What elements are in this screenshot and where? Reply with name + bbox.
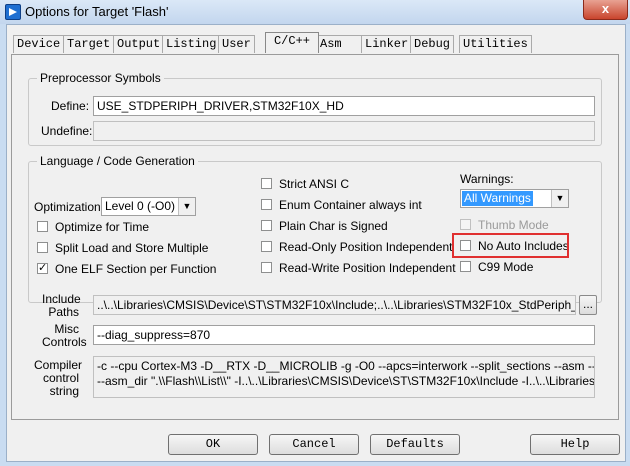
window-title: Options for Target 'Flash' <box>25 4 169 19</box>
tab-device[interactable]: Device <box>13 35 65 53</box>
tab-linker[interactable]: Linker <box>361 35 413 53</box>
include-paths-browse-button[interactable]: ... <box>579 295 597 315</box>
options-dialog: Device Target Output Listing User C/C++ … <box>6 24 626 462</box>
cc-tab-panel: Preprocessor Symbols Define: USE_STDPERI… <box>11 54 619 420</box>
defaults-button[interactable]: Defaults <box>370 434 460 455</box>
preprocessor-title: Preprocessor Symbols <box>37 71 164 85</box>
checkbox-label: Plain Char is Signed <box>279 219 388 233</box>
close-button[interactable]: x <box>583 0 628 20</box>
ok-button[interactable]: OK <box>168 434 258 455</box>
cancel-button[interactable]: Cancel <box>269 434 359 455</box>
red-highlight-annotation <box>452 233 569 258</box>
help-button[interactable]: Help <box>530 434 620 455</box>
checkbox-label: Thumb Mode <box>478 218 549 232</box>
language-title: Language / Code Generation <box>37 154 198 168</box>
checkbox-box <box>37 221 48 232</box>
checkbox-box <box>261 262 272 273</box>
misc-controls-input[interactable]: --diag_suppress=870 <box>93 325 595 345</box>
checkbox-box <box>261 178 272 189</box>
checkbox-label: Split Load and Store Multiple <box>55 241 209 255</box>
tab-target[interactable]: Target <box>63 35 115 53</box>
chevron-down-icon: ▼ <box>551 190 568 207</box>
checkbox-box <box>460 261 471 272</box>
tab-asm[interactable]: Asm <box>316 35 364 53</box>
tab-cc[interactable]: C/C++ <box>265 32 319 53</box>
tab-utilities[interactable]: Utilities <box>459 35 532 53</box>
checkbox-box <box>460 219 471 230</box>
checkbox-label: Read-Write Position Independent <box>279 261 456 275</box>
warnings-label: Warnings: <box>460 172 514 186</box>
keil-app-icon <box>5 4 21 20</box>
tab-debug[interactable]: Debug <box>410 35 455 53</box>
chevron-down-icon: ▼ <box>178 198 195 215</box>
checkbox-label: Read-Only Position Independent <box>279 240 453 254</box>
optimization-label: Optimization: <box>34 200 105 214</box>
undefine-input[interactable] <box>93 121 595 141</box>
checkbox-label: Enum Container always int <box>279 198 422 212</box>
warnings-value: All Warnings <box>462 191 533 206</box>
compiler-control-string: -c --cpu Cortex-M3 -D__RTX -D__MICROLIB … <box>93 356 595 398</box>
define-input[interactable]: USE_STDPERIPH_DRIVER,STM32F10X_HD <box>93 96 595 116</box>
checkbox-box <box>37 242 48 253</box>
tab-listing[interactable]: Listing <box>162 35 221 53</box>
compiler-control-label: Compiler control string <box>34 358 83 398</box>
tab-user[interactable]: User <box>218 35 255 53</box>
checkbox-label: One ELF Section per Function <box>55 262 217 276</box>
title-bar: Options for Target 'Flash' x <box>0 0 630 24</box>
checkbox-label: Optimize for Time <box>55 220 150 234</box>
undefine-label: Undefine: <box>41 124 93 138</box>
include-paths-label: Include Paths <box>42 292 81 319</box>
checkbox-box <box>261 220 272 231</box>
warnings-select[interactable]: All Warnings ▼ <box>460 189 569 208</box>
checkbox-box <box>261 241 272 252</box>
optimization-value: Level 0 (-O0) <box>105 199 176 213</box>
checkbox-label: Strict ANSI C <box>279 177 350 191</box>
tab-output[interactable]: Output <box>113 35 165 53</box>
checkbox-box <box>261 199 272 210</box>
misc-controls-label: Misc Controls <box>42 322 87 349</box>
checkbox-label: C99 Mode <box>478 260 534 274</box>
define-label: Define: <box>51 99 90 113</box>
checkbox-box-checked <box>37 261 48 274</box>
optimization-select[interactable]: Level 0 (-O0) ▼ <box>101 197 196 216</box>
include-paths-input[interactable]: ..\..\Libraries\CMSIS\Device\ST\STM32F10… <box>93 295 576 315</box>
